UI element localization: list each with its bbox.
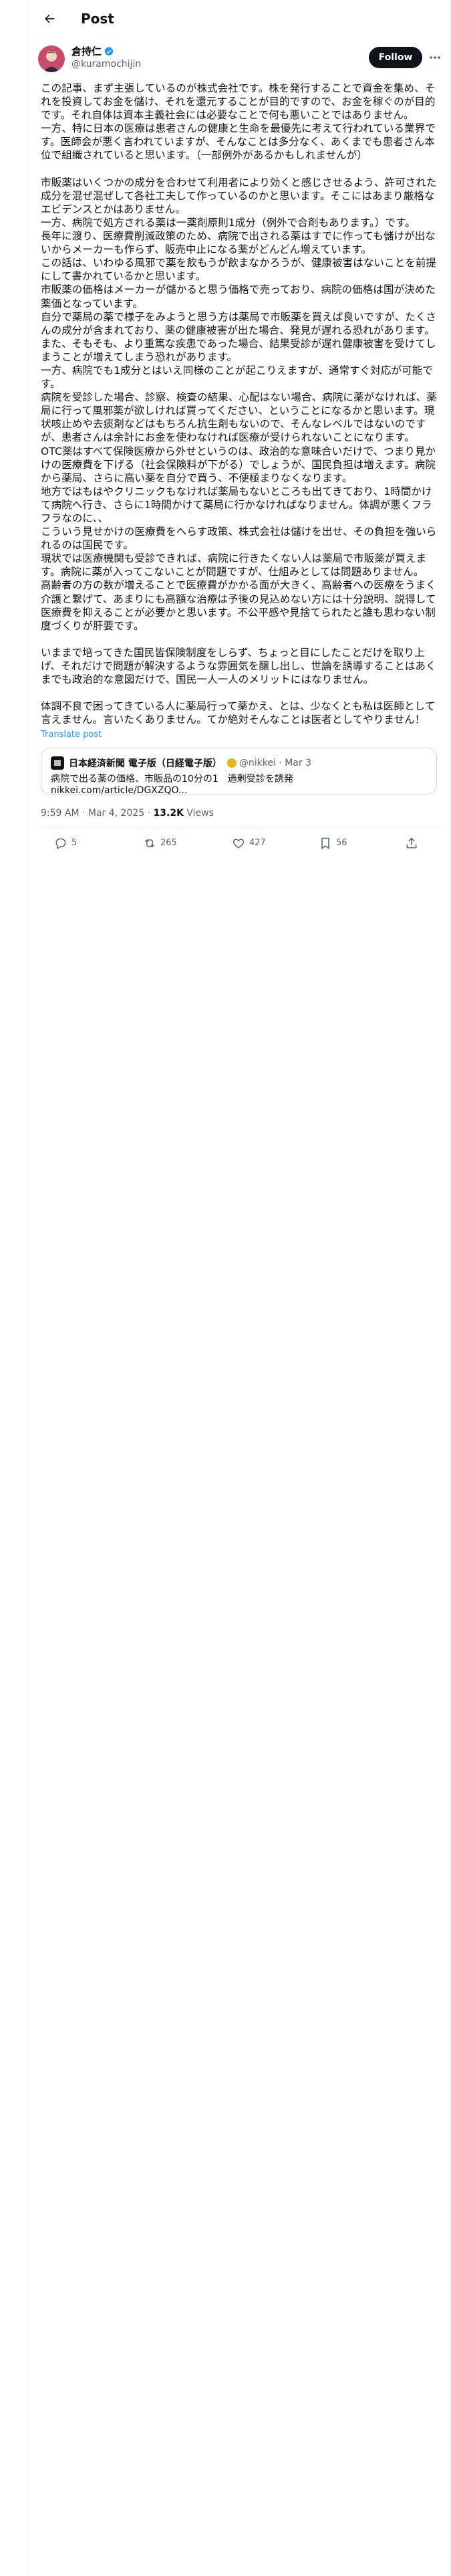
post-text: この記事、まず主張しているのが株式会社です。株を発行することで資金を集め、それを… [41, 82, 437, 726]
card-source-handle: @nikkei [239, 757, 276, 768]
bookmark-icon [321, 837, 329, 849]
reply-count: 5 [71, 838, 78, 848]
avatar[interactable] [38, 45, 65, 72]
back-button[interactable] [38, 7, 61, 30]
action-bar: 5 265 427 56 [27, 829, 450, 858]
card-source-name: 日本経済新聞 電子版（日経電子版） [69, 758, 222, 769]
author-info: 倉持仁 @kuramochijin [71, 44, 141, 70]
follow-button[interactable]: Follow [369, 47, 422, 68]
top-bar: Post [27, 0, 450, 37]
card-header: 日本経済新聞 電子版（日経電子版） @nikkei · Mar 3 [51, 756, 427, 770]
arrow-left-icon [45, 14, 55, 23]
reply-button[interactable]: 5 [54, 837, 77, 850]
nikkei-logo-icon [51, 756, 64, 770]
card-separator: · [275, 757, 285, 768]
page-title: Post [81, 11, 114, 27]
reply-icon [55, 838, 66, 849]
views-label: Views [183, 807, 214, 819]
repost-icon [144, 839, 155, 847]
post-detail-page: Post 倉持仁 @kuramochijin Follow この記事、まず主張し… [27, 0, 451, 2576]
author-name-line: 倉持仁 [71, 44, 141, 58]
heart-icon [233, 838, 245, 849]
card-headline: 病院で出る薬の価格、市販品の10分の1 過剰受診を誘発 [51, 773, 293, 784]
repost-button[interactable]: 265 [143, 837, 177, 850]
gold-badge-icon [227, 758, 237, 768]
card-link[interactable]: nikkei.com/article/DGXZQO... [51, 785, 427, 796]
post-timestamp: 9:59 AM · Mar 4, 2025 · 13.2K Views [27, 808, 450, 819]
more-options-icon[interactable] [427, 51, 443, 64]
card-date: Mar 3 [285, 757, 311, 768]
author-row: 倉持仁 @kuramochijin Follow [27, 37, 450, 82]
link-preview-card[interactable]: 日本経済新聞 電子版（日経電子版） @nikkei · Mar 3 病院で出る薬… [41, 747, 437, 796]
author-name[interactable]: 倉持仁 [71, 44, 102, 58]
post-time[interactable]: 9:59 AM · Mar 4, 2025 · [41, 808, 154, 819]
bookmark-button[interactable]: 56 [319, 837, 347, 850]
author-handle[interactable]: @kuramochijin [71, 59, 141, 70]
share-icon [406, 837, 417, 848]
bookmark-count: 56 [336, 838, 347, 848]
share-button[interactable] [405, 837, 422, 850]
repost-count: 265 [160, 838, 177, 848]
translate-post-link[interactable]: Translate post [27, 730, 450, 740]
like-count: 427 [249, 838, 266, 848]
verified-badge-icon [104, 46, 114, 57]
like-button[interactable]: 427 [232, 837, 266, 850]
views-count: 13.2K [153, 807, 184, 819]
